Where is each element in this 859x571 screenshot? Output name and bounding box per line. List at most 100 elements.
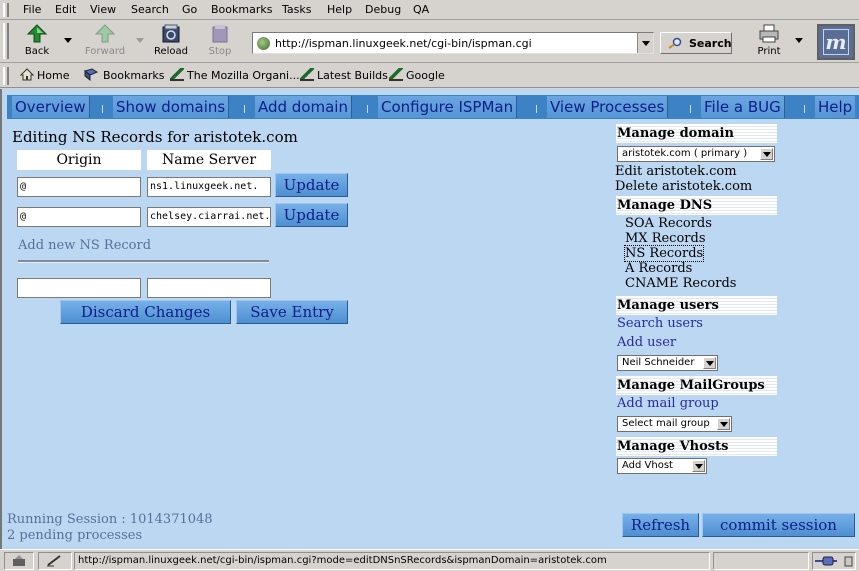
edit-domain-link[interactable]: Edit aristotek.com: [615, 164, 737, 179]
nav-separator: [244, 105, 245, 113]
bookmark-latest-builds-label: Latest Builds: [317, 69, 388, 82]
save-entry-button[interactable]: Save Entry: [236, 300, 348, 324]
chevron-down-icon: [703, 357, 716, 369]
menu-edit[interactable]: Edit: [55, 3, 76, 16]
reload-label: Reload: [153, 46, 189, 57]
nav-configure-ispman[interactable]: Configure ISPMan: [378, 96, 518, 118]
offline-icon[interactable]: [10, 554, 30, 568]
running-session-text: Running Session : 1014371048: [7, 512, 213, 527]
menu-go[interactable]: Go: [182, 3, 197, 16]
bookmark-latest-builds[interactable]: Latest Builds: [300, 68, 388, 84]
ns-nameserver-input[interactable]: ns1.linuxgeek.net.: [147, 177, 271, 197]
reload-button[interactable]: Reload: [148, 22, 194, 60]
dns-mx-records-link[interactable]: MX Records: [625, 231, 706, 246]
bookmarks-book-icon: [83, 68, 99, 81]
status-bar: http://ispman.linuxgeek.net/cgi-bin/ispm…: [0, 549, 859, 571]
mailgroup-select[interactable]: Select mail group: [617, 416, 732, 432]
connection-plug-icon[interactable]: [815, 554, 855, 568]
add-user-link[interactable]: Add user: [617, 335, 676, 350]
manage-domain-heading: Manage domain: [616, 124, 777, 143]
delete-domain-link[interactable]: Delete aristotek.com: [615, 179, 752, 194]
new-nameserver-input[interactable]: [147, 278, 271, 298]
domain-select[interactable]: aristotek.com ( primary ): [617, 146, 775, 162]
stop-label: Stop: [208, 46, 232, 57]
url-history-dropdown-icon[interactable]: [637, 33, 653, 53]
menu-file[interactable]: File: [23, 3, 41, 16]
nav-add-domain[interactable]: Add domain: [255, 96, 352, 118]
dns-cname-records-link[interactable]: CNAME Records: [625, 276, 736, 291]
ns-origin-input[interactable]: @: [17, 177, 141, 197]
nav-separator: [690, 105, 691, 113]
menu-bar: File Edit View Search Go Bookmarks Tasks…: [0, 0, 859, 20]
vhost-select[interactable]: Add Vhost: [617, 458, 707, 474]
chevron-down-icon: [692, 460, 705, 472]
new-origin-input[interactable]: [17, 278, 141, 298]
dns-ns-records-link[interactable]: NS Records: [623, 245, 705, 262]
mozilla-logo-icon: m: [823, 29, 849, 55]
bookmark-pen-icon: [389, 68, 403, 81]
search-button[interactable]: Search: [660, 32, 732, 54]
bookmark-google[interactable]: Google: [389, 68, 445, 84]
menu-search[interactable]: Search: [131, 3, 169, 16]
site-globe-icon: [257, 37, 270, 50]
user-select[interactable]: Neil Schneider: [617, 355, 718, 371]
page-content: Overview Show domains Add domain Configu…: [0, 89, 859, 549]
ns-origin-input[interactable]: @: [17, 207, 141, 227]
search-users-link[interactable]: Search users: [617, 316, 703, 331]
menu-tasks[interactable]: Tasks: [282, 3, 311, 16]
menu-grip[interactable]: [3, 3, 9, 17]
top-navigation: Overview Show domains Add domain Configu…: [7, 95, 859, 119]
page-title: Editing NS Records for aristotek.com: [12, 128, 298, 146]
dns-soa-records-link[interactable]: SOA Records: [625, 216, 712, 231]
commit-session-button[interactable]: commit session: [702, 513, 855, 537]
print-dropdown-icon[interactable]: [795, 38, 803, 43]
nav-separator: [102, 105, 103, 113]
chevron-down-icon: [717, 418, 730, 430]
forward-button[interactable]: Forward: [80, 22, 130, 60]
search-button-label: Search: [689, 37, 732, 50]
forward-label: Forward: [84, 46, 126, 57]
stop-icon: [212, 25, 228, 43]
toolbar-grip[interactable]: [3, 23, 9, 59]
personal-toolbar: Home Bookmarks The Mozilla Organi... Lat…: [0, 64, 859, 88]
nav-view-processes[interactable]: View Processes: [547, 96, 669, 118]
ns-nameserver-input[interactable]: chelsey.ciarrai.net.: [147, 207, 271, 227]
personal-toolbar-grip[interactable]: [3, 67, 9, 85]
url-bar[interactable]: http://ispman.linuxgeek.net/cgi-bin/ispm…: [252, 32, 654, 54]
connection-cell: [812, 552, 856, 570]
bookmark-home[interactable]: Home: [20, 68, 69, 84]
update-button[interactable]: Update: [275, 203, 348, 227]
home-icon: [20, 68, 34, 81]
nav-help[interactable]: Help: [815, 96, 856, 118]
menu-debug[interactable]: Debug: [365, 3, 401, 16]
forward-dropdown-icon[interactable]: [136, 38, 144, 43]
back-arrow-icon: [26, 24, 48, 43]
menu-bookmarks[interactable]: Bookmarks: [211, 3, 272, 16]
bookmarks-menu[interactable]: Bookmarks: [82, 68, 164, 84]
column-header-origin: Origin: [17, 150, 141, 170]
mozilla-throbber[interactable]: m: [817, 24, 855, 60]
stop-button[interactable]: Stop: [197, 22, 243, 60]
bookmark-mozilla-org[interactable]: The Mozilla Organi...: [170, 68, 300, 84]
menu-qa[interactable]: QA: [413, 3, 429, 16]
update-button[interactable]: Update: [275, 173, 348, 197]
bookmark-pen-icon: [170, 68, 184, 81]
printer-icon: [759, 24, 779, 43]
menu-view[interactable]: View: [90, 3, 116, 16]
menu-help[interactable]: Help: [327, 3, 352, 16]
column-header-name-server: Name Server: [147, 150, 271, 170]
dns-a-records-link[interactable]: A Records: [625, 261, 692, 276]
back-button[interactable]: Back: [14, 22, 60, 60]
manage-mailgroups-heading: Manage MailGroups: [616, 376, 777, 395]
discard-changes-button[interactable]: Discard Changes: [60, 300, 231, 324]
refresh-button[interactable]: Refresh: [622, 513, 699, 537]
back-dropdown-icon[interactable]: [64, 38, 72, 43]
add-mail-group-link[interactable]: Add mail group: [617, 396, 719, 411]
nav-overview[interactable]: Overview: [12, 96, 90, 118]
nav-file-a-bug[interactable]: File a BUG: [701, 96, 785, 118]
print-button[interactable]: Print: [746, 22, 792, 60]
progress-cell: [713, 552, 809, 570]
nav-show-domains[interactable]: Show domains: [113, 96, 230, 118]
vhost-select-value: Add Vhost: [622, 460, 673, 471]
composer-pen-icon[interactable]: [45, 554, 65, 568]
